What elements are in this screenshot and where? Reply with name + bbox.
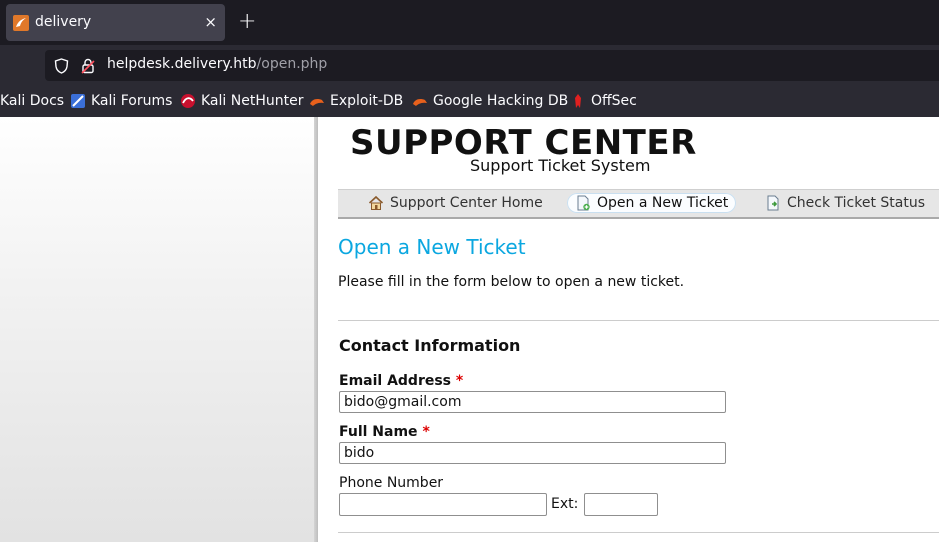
full-name-field[interactable] [339, 442, 726, 464]
shield-icon[interactable] [54, 58, 69, 78]
email-field[interactable] [339, 391, 726, 413]
offsec-icon [570, 93, 586, 109]
exploit-db-icon [309, 93, 325, 109]
page-title: Open a New Ticket [338, 235, 526, 259]
bookmark-label: Kali Forums [91, 93, 173, 109]
bookmark-kali-nethunter[interactable]: Kali NetHunter [180, 91, 303, 111]
nav-open-new-ticket[interactable]: Open a New Ticket [567, 193, 737, 213]
intro-text: Please fill in the form below to open a … [338, 274, 685, 290]
url-text[interactable]: helpdesk.delivery.htb/open.php [107, 56, 327, 72]
site-nav: Support Center Home Open a New Ticket Ch… [338, 189, 939, 219]
nav-label: Open a New Ticket [597, 195, 729, 211]
logo-subtitle: Support Ticket System [470, 156, 651, 175]
page-content: SUPPORT CENTER Support Ticket System Sup… [318, 117, 939, 542]
required-marker: * [455, 373, 464, 389]
email-label-text: Email Address [339, 373, 452, 389]
bookmark-label: OffSec [591, 93, 637, 109]
kali-forums-icon [70, 93, 86, 109]
url-host: helpdesk.delivery.htb [107, 56, 257, 72]
browser-tab[interactable]: delivery × [6, 4, 225, 41]
nav-check-ticket-status[interactable]: Check Ticket Status [765, 193, 925, 213]
new-ticket-icon [575, 195, 591, 211]
google-hacking-db-icon [412, 93, 428, 109]
bookmark-exploit-db[interactable]: Exploit-DB [309, 91, 403, 111]
bookmark-label: Kali Docs [0, 93, 65, 109]
required-marker: * [422, 424, 430, 440]
nav-support-center-home[interactable]: Support Center Home [368, 193, 543, 213]
home-icon [368, 195, 384, 211]
email-label: Email Address * [339, 373, 463, 389]
bookmark-label: Exploit-DB [330, 93, 404, 109]
name-label-text: Full Name [339, 424, 418, 440]
page-background-left [0, 117, 317, 542]
new-tab-button[interactable]: + [238, 10, 256, 34]
kali-nethunter-icon [180, 93, 196, 109]
nav-label: Check Ticket Status [787, 195, 925, 211]
bookmark-kali-docs[interactable]: Kali Docs [0, 91, 64, 111]
ext-label: Ext: [551, 496, 579, 512]
tab-close-icon[interactable]: × [204, 12, 217, 32]
url-bar[interactable]: helpdesk.delivery.htb/open.php [45, 50, 939, 81]
nav-label: Support Center Home [390, 195, 543, 211]
bookmark-kali-forums[interactable]: Kali Forums [70, 91, 172, 111]
section-title-contact: Contact Information [339, 336, 521, 355]
bookmark-google-hacking-db[interactable]: Google Hacking DB [412, 91, 568, 111]
bookmark-label: Kali NetHunter [201, 93, 304, 109]
check-status-icon [765, 195, 781, 211]
ext-field[interactable] [584, 493, 658, 516]
bookmark-label: Google Hacking DB [433, 93, 569, 109]
browser-tab-bar: delivery × + [0, 0, 939, 45]
divider [338, 532, 939, 533]
phone-label: Phone Number [339, 475, 444, 491]
name-label: Full Name * [339, 424, 430, 440]
insecure-lock-icon[interactable] [81, 58, 95, 78]
browser-nav-bar: helpdesk.delivery.htb/open.php [0, 45, 939, 85]
delivery-favicon-icon [13, 15, 29, 31]
url-path: /open.php [256, 56, 328, 72]
bookmark-offsec[interactable]: OffSec [570, 91, 637, 111]
divider [338, 320, 939, 321]
bookmarks-toolbar: Kali Docs Kali Forums Kali NetHunter Exp… [0, 85, 939, 117]
tab-title: delivery [35, 14, 92, 30]
phone-field[interactable] [339, 493, 547, 516]
